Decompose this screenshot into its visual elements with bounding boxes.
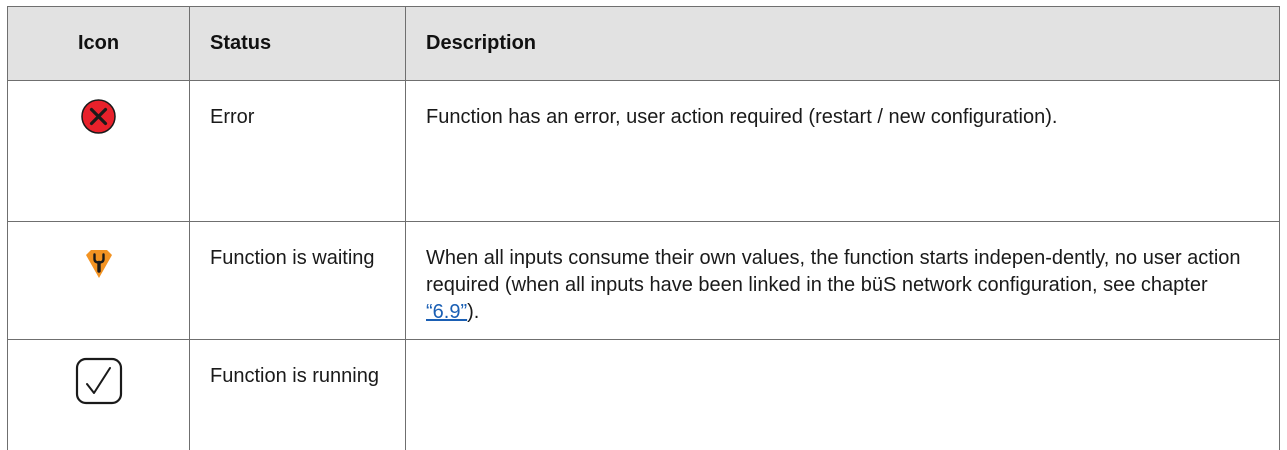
chapter-link[interactable]: “6.9” [426,301,467,323]
table-row: Function is waiting When all inputs cons… [8,222,1280,340]
description-text-end: ). [467,301,479,323]
icon-cell [8,81,190,222]
status-text: Function is waiting [190,222,406,340]
status-icon-table: Icon Status Description Error Function h… [7,6,1280,450]
table-row: Error Function has an error, user action… [8,81,1280,222]
status-text: Error [190,81,406,222]
status-text: Function is running [190,340,406,450]
description-text: When all inputs consume their own values… [406,222,1280,340]
wrench-pentagon-icon [85,249,113,287]
header-description: Description [406,7,1280,81]
checkbox-check-icon [75,357,123,413]
table-row: Function is running [8,340,1280,450]
icon-cell [8,340,190,450]
error-x-icon [81,99,116,142]
table-header-row: Icon Status Description [8,7,1280,81]
description-text-part: When all inputs consume their own values… [426,247,1241,296]
header-status: Status [190,7,406,81]
description-text [406,340,1280,450]
icon-cell [8,222,190,340]
header-icon: Icon [8,7,190,81]
description-text: Function has an error, user action requi… [406,81,1280,222]
